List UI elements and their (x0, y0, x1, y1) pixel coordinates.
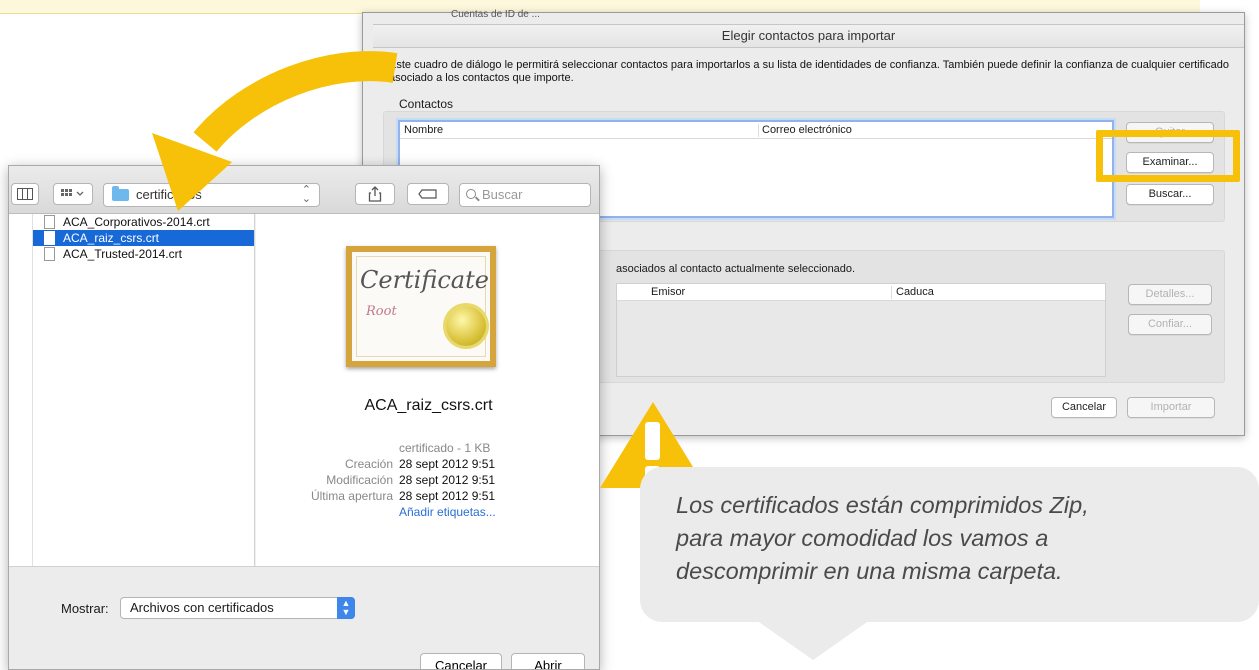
callout-text: Los certificados están comprimidos Zip, … (676, 492, 1089, 584)
file-item-selected[interactable]: ACA_raiz_csrs.crt (33, 230, 254, 246)
seal-icon (446, 306, 486, 346)
show-label: Mostrar: (61, 601, 109, 616)
details-button[interactable]: Detalles... (1128, 284, 1212, 305)
preview-file-name: ACA_raiz_csrs.crt (364, 397, 493, 414)
file-kind: certificado - 1 KB (399, 441, 491, 455)
curved-arrow-icon (152, 51, 398, 211)
panel-cancel-button[interactable]: Cancelar (420, 653, 502, 669)
callout-tail (756, 620, 870, 660)
created-date: 28 sept 2012 9:51 (399, 457, 496, 471)
dialog-peek-text: Cuentas de ID de ... (451, 9, 540, 20)
dialog-cancel-button[interactable]: Cancelar (1051, 397, 1117, 418)
search-placeholder: Buscar (482, 187, 523, 202)
file-metadata: certificado - 1 KB Creación 28 sept 2012 … (310, 441, 496, 520)
column-expires[interactable]: Caduca (896, 286, 934, 298)
select-arrows-icon: ▲ ▼ (337, 597, 355, 619)
modified-date: 28 sept 2012 9:51 (399, 473, 496, 487)
search-input[interactable]: Buscar (459, 183, 591, 207)
certificates-table-header: Emisor Caduca (617, 284, 1105, 301)
column-issuer[interactable]: Emisor (651, 286, 685, 298)
add-tags-link[interactable]: Añadir etiquetas... (399, 504, 496, 520)
open-button[interactable]: Abrir (511, 653, 585, 669)
column-email[interactable]: Correo electrónico (762, 124, 852, 136)
file-item[interactable]: ACA_Trusted-2014.crt (33, 246, 254, 262)
file-preview: Certificate Root ACA_raiz_csrs.crt certi… (256, 214, 599, 566)
last-opened-date: 28 sept 2012 9:51 (399, 489, 496, 503)
dialog-description: Este cuadro de diálogo le permitirá sele… (389, 59, 1229, 84)
file-list: ACA_Corporativos-2014.crt ACA_raiz_csrs.… (33, 214, 255, 566)
tag-icon (418, 189, 437, 199)
file-icon (44, 247, 55, 261)
import-button[interactable]: Importar (1127, 397, 1215, 418)
examine-highlight-box (1096, 130, 1240, 182)
certificates-description: asociados al contacto actualmente selecc… (616, 263, 856, 275)
certificate-icon: Certificate Root (346, 246, 496, 367)
panel-bottom-bar: Mostrar: Archivos con certificados ▲ ▼ Ca… (9, 566, 599, 669)
contacts-table-header: Nombre Correo electrónico (400, 122, 1112, 139)
file-icon (44, 231, 55, 245)
file-type-select[interactable]: Archivos con certificados ▲ ▼ (120, 597, 355, 619)
dialog-title: Elegir contactos para importar (373, 24, 1244, 48)
open-file-panel: certificados ⌃ ⌄ Buscar ACA_Corporativos-… (8, 165, 600, 670)
search-button[interactable]: Buscar... (1126, 184, 1214, 205)
sidebar-column (9, 214, 33, 566)
trust-button[interactable]: Confiar... (1128, 314, 1212, 335)
certificates-table[interactable]: Emisor Caduca (616, 283, 1106, 377)
search-icon (466, 189, 476, 199)
